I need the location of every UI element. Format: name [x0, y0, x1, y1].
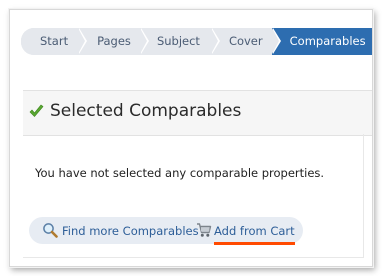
- empty-message: You have not selected any comparable pro…: [35, 166, 325, 180]
- panel-divider-horizontal: [23, 257, 363, 258]
- wizard-step-start[interactable]: Start: [21, 28, 88, 55]
- panel-title: Selected Comparables: [50, 101, 242, 121]
- panel-divider-vertical: [363, 134, 364, 258]
- highlight-underline: [214, 242, 295, 245]
- wizard-step-comparables[interactable]: Comparables: [271, 28, 372, 55]
- find-more-comparables-label: Find more Comparables: [62, 224, 199, 238]
- wizard-breadcrumb: Start Pages Subject Cover Comparables M: [21, 28, 372, 55]
- magnifier-icon: [43, 223, 58, 238]
- add-from-cart-label: Add from Cart: [214, 224, 295, 238]
- wizard-step-subject[interactable]: Subject: [139, 28, 220, 55]
- shopping-cart-icon: [197, 223, 212, 237]
- wizard-step-pages[interactable]: Pages: [78, 28, 149, 55]
- checkmark-icon: [29, 104, 44, 117]
- wizard-step-cover[interactable]: Cover: [210, 28, 281, 55]
- app-window: Start Pages Subject Cover Comparables M …: [9, 9, 373, 267]
